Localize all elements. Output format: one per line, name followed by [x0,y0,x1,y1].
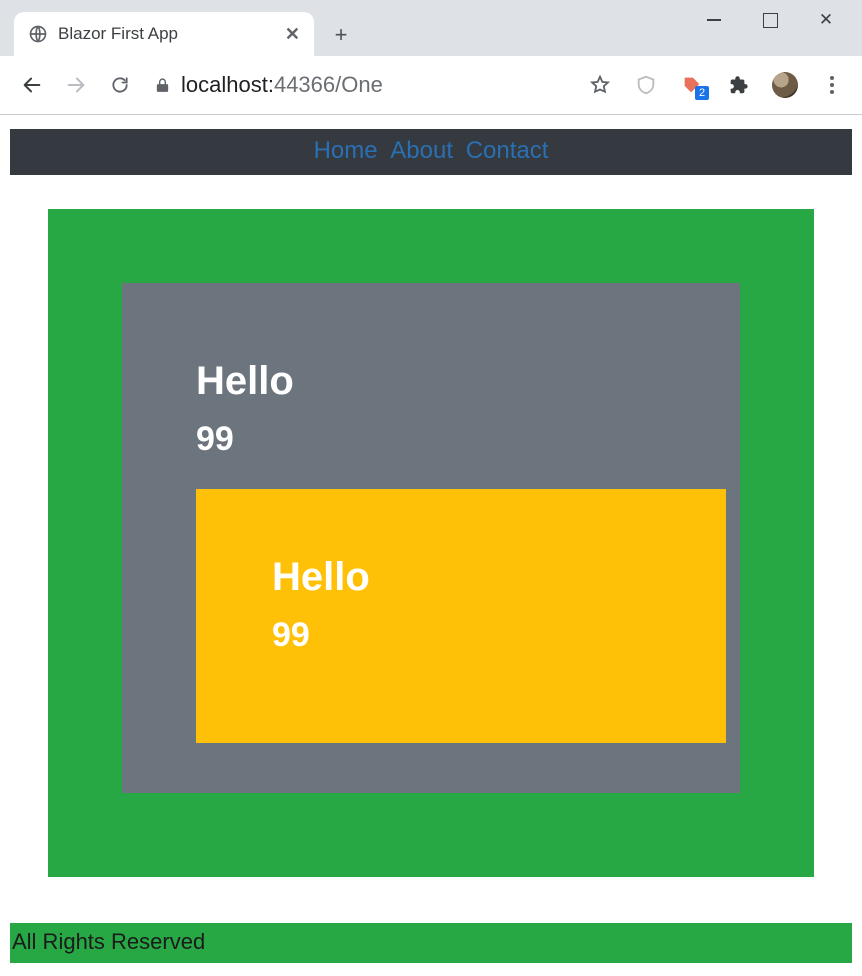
footer: All Rights Reserved [10,923,852,963]
extensions-puzzle-icon[interactable] [726,73,750,97]
extension-badge: 2 [695,86,709,100]
new-tab-button[interactable]: + [324,18,358,52]
browser-tab[interactable]: Blazor First App ✕ [14,12,314,56]
back-button[interactable] [14,67,50,103]
minimize-button[interactable] [704,10,724,30]
shield-icon[interactable] [634,73,658,97]
titlebar: Blazor First App ✕ + [0,0,862,56]
yellow-panel: Hello 99 [196,489,726,743]
outer-heading: Hello [196,359,740,404]
gray-panel: Hello 99 Hello 99 [122,283,740,793]
url-text: localhost:44366/One [181,72,383,98]
profile-avatar[interactable] [772,72,798,98]
tabstrip: Blazor First App ✕ + [0,0,686,56]
tab-title: Blazor First App [58,24,275,44]
toolbar: localhost:44366/One 2 [0,56,862,114]
page-viewport: Home About Contact Hello 99 Hello 99 All… [0,115,862,976]
extension-icon[interactable]: 2 [680,73,704,97]
outer-value: 99 [196,420,740,459]
navbar: Home About Contact [10,129,852,175]
window-close-button[interactable] [816,10,836,30]
tab-close-icon[interactable]: ✕ [285,24,300,45]
maximize-button[interactable] [760,10,780,30]
menu-button[interactable] [820,73,844,97]
forward-button[interactable] [58,67,94,103]
browser-chrome: Blazor First App ✕ + localhost:44366/One [0,0,862,115]
inner-heading: Hello [272,555,726,600]
url-host: localhost: [181,72,274,97]
nav-home[interactable]: Home [314,137,378,164]
reload-button[interactable] [102,67,138,103]
address-bar[interactable]: localhost:44366/One [146,72,580,98]
toolbar-right: 2 [588,72,848,98]
outer-container: Hello 99 Hello 99 [48,209,814,877]
star-icon[interactable] [588,73,612,97]
footer-text: All Rights Reserved [12,929,205,954]
window-controls [686,0,862,40]
nav-about[interactable]: About [390,137,453,164]
lock-icon [154,77,171,94]
globe-icon [28,24,48,44]
inner-value: 99 [272,616,726,655]
url-path: 44366/One [274,72,383,97]
nav-contact[interactable]: Contact [466,137,549,164]
